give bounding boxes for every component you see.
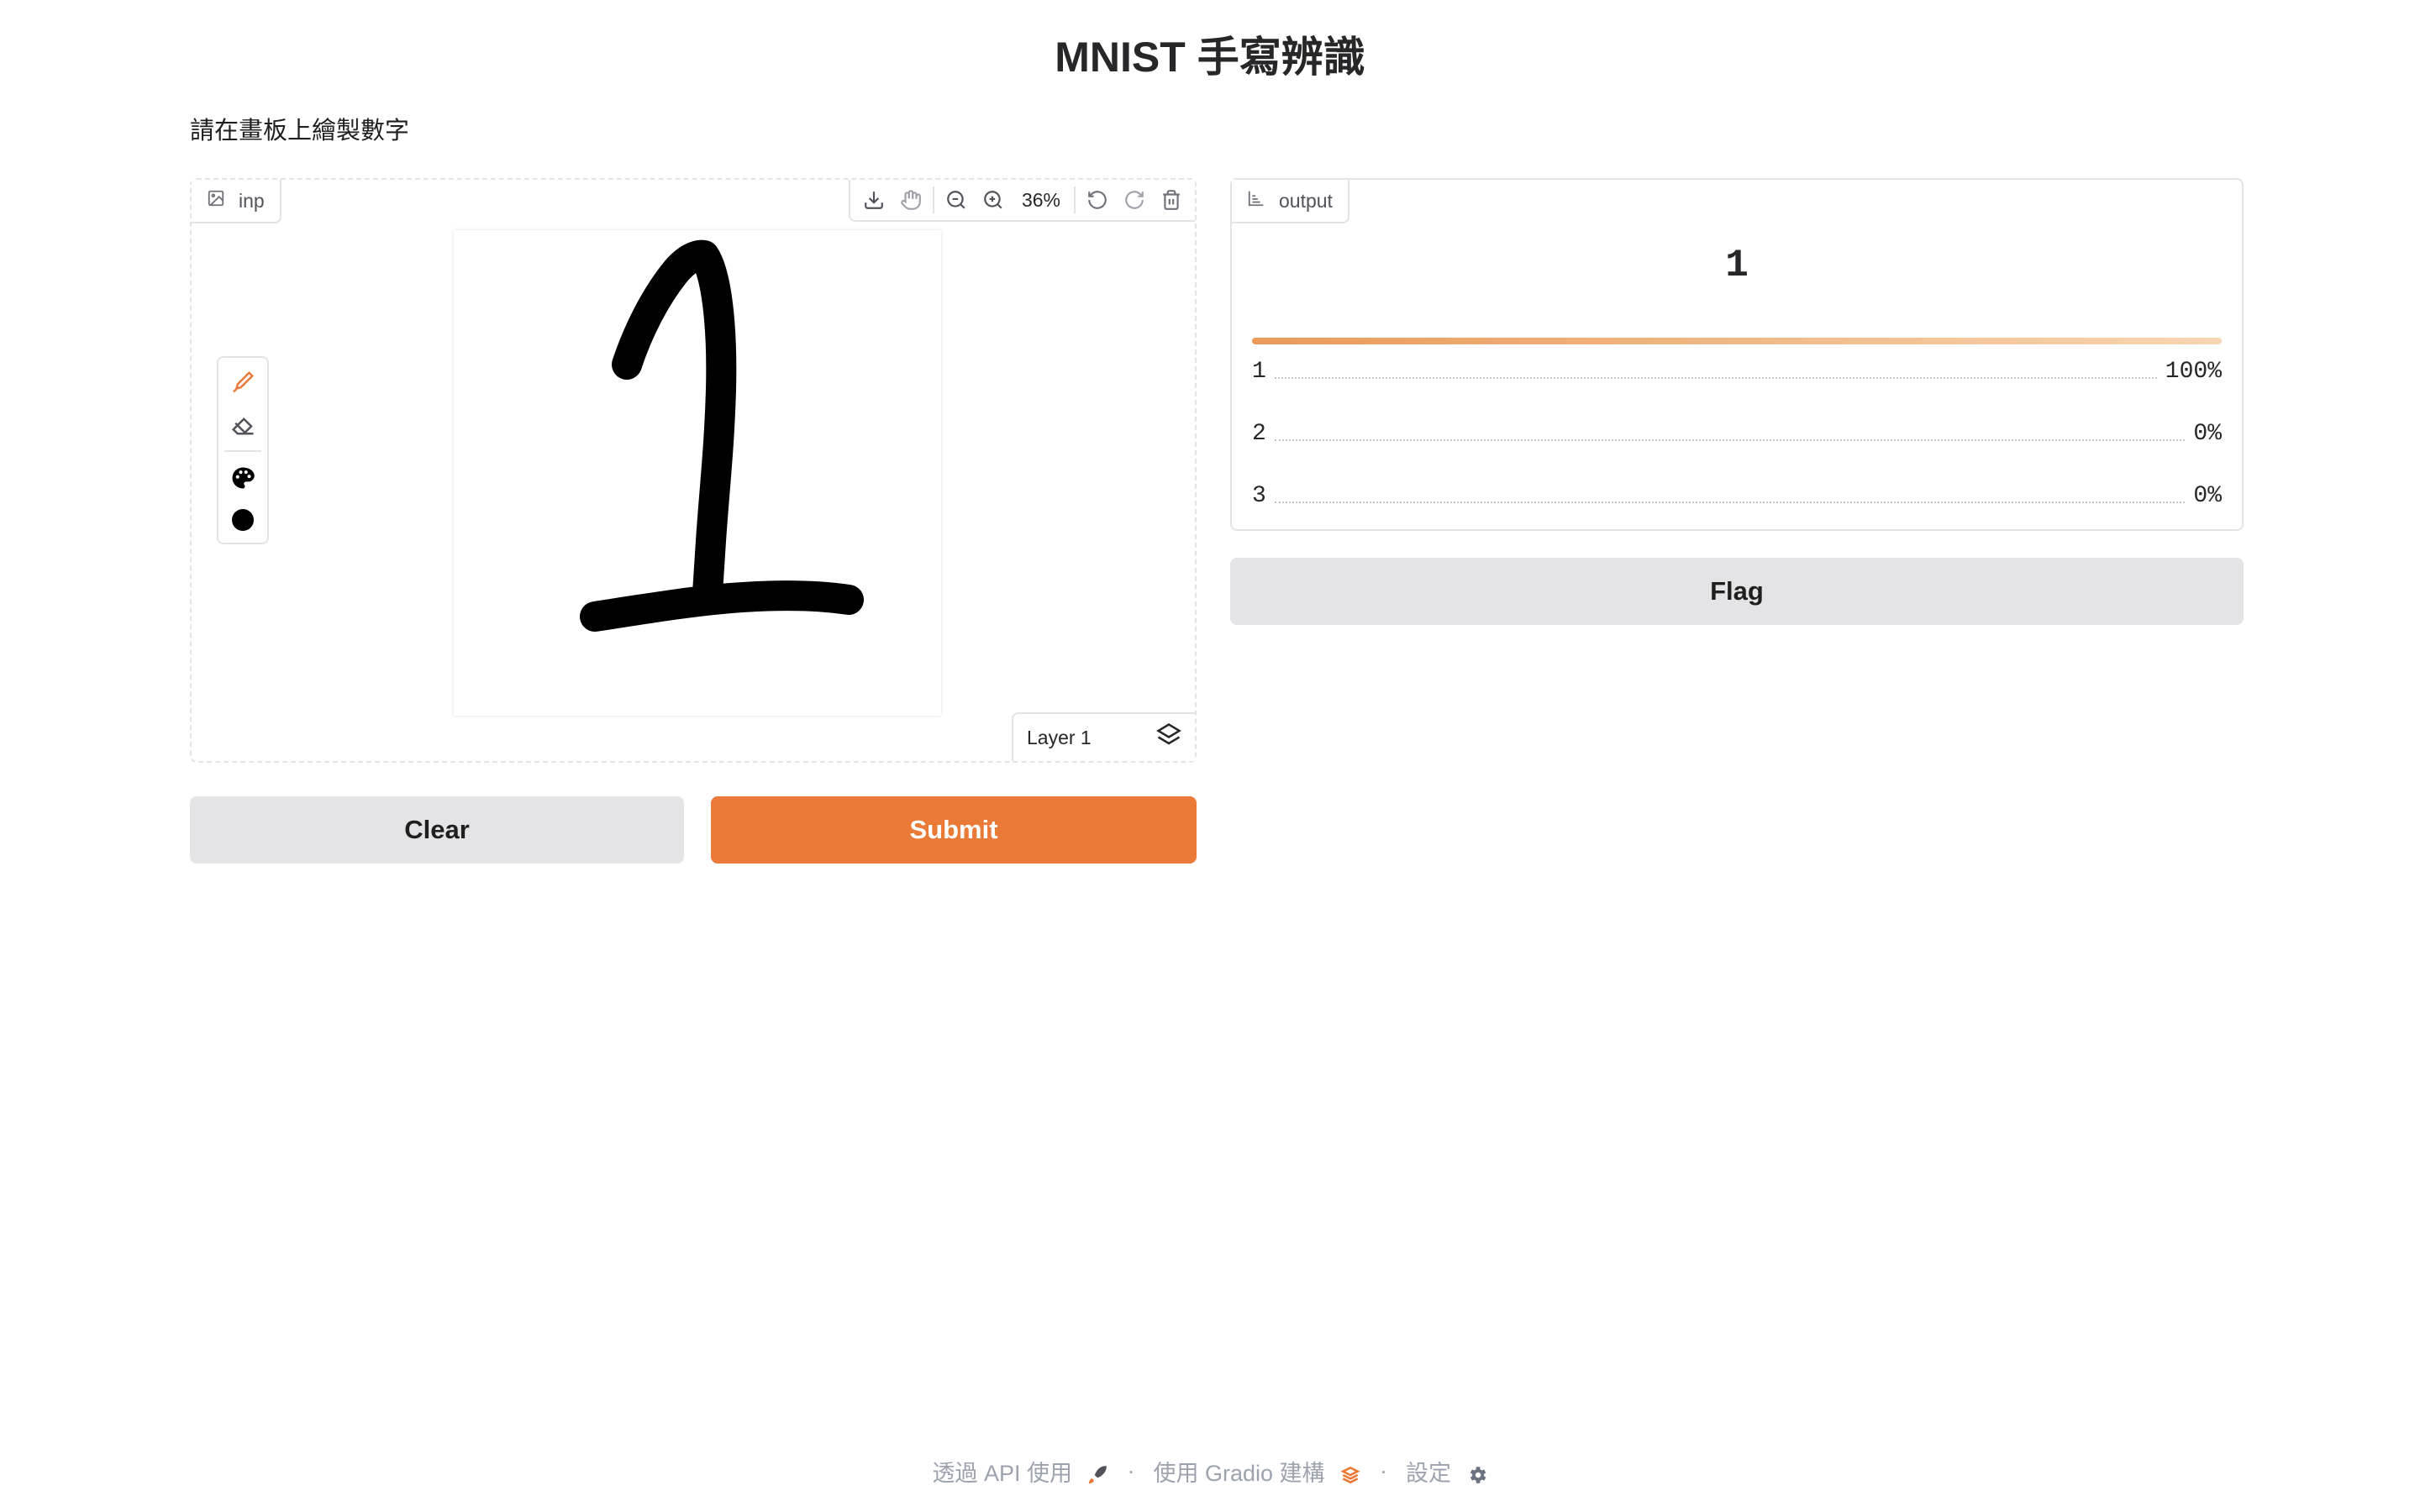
gradio-logo-icon [1331, 1461, 1361, 1486]
confidence-bar-fill [1252, 338, 2222, 344]
clear-button[interactable]: Clear [190, 796, 684, 864]
output-panel: output 1 1 100% 2 0% 3 0% [1230, 178, 2244, 531]
zoom-out-icon[interactable] [938, 181, 975, 218]
undo-icon[interactable] [1079, 181, 1116, 218]
input-label-tag: inp [192, 180, 281, 223]
eraser-icon[interactable] [218, 403, 267, 445]
brush-icon[interactable] [218, 361, 267, 403]
confidence-value: 0% [2193, 482, 2222, 509]
download-icon[interactable] [855, 181, 892, 218]
settings-link[interactable]: 設定 [1406, 1455, 1488, 1488]
confidence-value: 100% [2165, 358, 2222, 385]
sketchpad-panel: inp 36% Layer 1 [190, 178, 1197, 763]
gear-icon [1458, 1461, 1488, 1486]
bar-chart-icon [1247, 189, 1265, 213]
api-link[interactable]: 透過 API 使用 [932, 1455, 1108, 1488]
redo-icon[interactable] [1116, 181, 1153, 218]
drawing-tools [217, 356, 269, 544]
footer-separator: · [1127, 1458, 1135, 1483]
api-link-label: 透過 API 使用 [932, 1461, 1072, 1486]
tools-divider [224, 450, 261, 452]
image-icon [207, 189, 225, 213]
canvas-toolbar: 36% [848, 180, 1195, 222]
dotted-leader [1274, 377, 2157, 379]
confidence-value: 0% [2193, 420, 2222, 447]
rocket-icon [1078, 1461, 1108, 1486]
trash-icon[interactable] [1153, 181, 1190, 218]
layer-name: Layer 1 [1027, 726, 1092, 748]
footer: 透過 API 使用 · 使用 Gradio 建構 · 設定 [0, 1455, 2420, 1488]
flag-button[interactable]: Flag [1230, 558, 2244, 625]
color-dot-icon[interactable] [218, 499, 267, 541]
predicted-label: 1 [1725, 244, 1749, 287]
drawing-canvas[interactable] [454, 230, 941, 716]
footer-separator: · [1380, 1458, 1388, 1483]
confidence-label: 2 [1252, 420, 1266, 447]
output-label-tag: output [1232, 180, 1349, 223]
toolbar-divider [932, 186, 934, 213]
confidence-label: 3 [1252, 482, 1266, 509]
gradio-link-label: 使用 Gradio 建構 [1153, 1461, 1325, 1486]
layer-selector[interactable]: Layer 1 [1012, 712, 1195, 761]
settings-link-label: 設定 [1406, 1461, 1452, 1486]
layers-icon [1156, 722, 1181, 753]
confidence-bar [1252, 338, 2222, 344]
page-description: 請在畫板上繪製數字 [190, 118, 410, 144]
submit-button[interactable]: Submit [711, 796, 1197, 864]
confidence-row: 3 0% [1252, 479, 2222, 512]
gradio-link[interactable]: 使用 Gradio 建構 [1153, 1455, 1361, 1488]
page-title: MNIST 手寫辨識 [1055, 34, 1365, 81]
confidence-row: 2 0% [1252, 417, 2222, 450]
input-label: inp [239, 189, 265, 212]
dotted-leader [1274, 501, 2186, 503]
toolbar-divider [1074, 186, 1076, 213]
palette-icon[interactable] [218, 457, 267, 499]
zoom-level: 36% [1021, 188, 1060, 211]
output-label: output [1279, 189, 1333, 212]
confidence-label: 1 [1252, 358, 1266, 385]
dotted-leader [1274, 439, 2186, 441]
zoom-in-icon[interactable] [975, 181, 1012, 218]
handwritten-stroke [580, 239, 864, 632]
confidence-row: 1 100% [1252, 354, 2222, 388]
pan-hand-icon[interactable] [892, 181, 929, 218]
